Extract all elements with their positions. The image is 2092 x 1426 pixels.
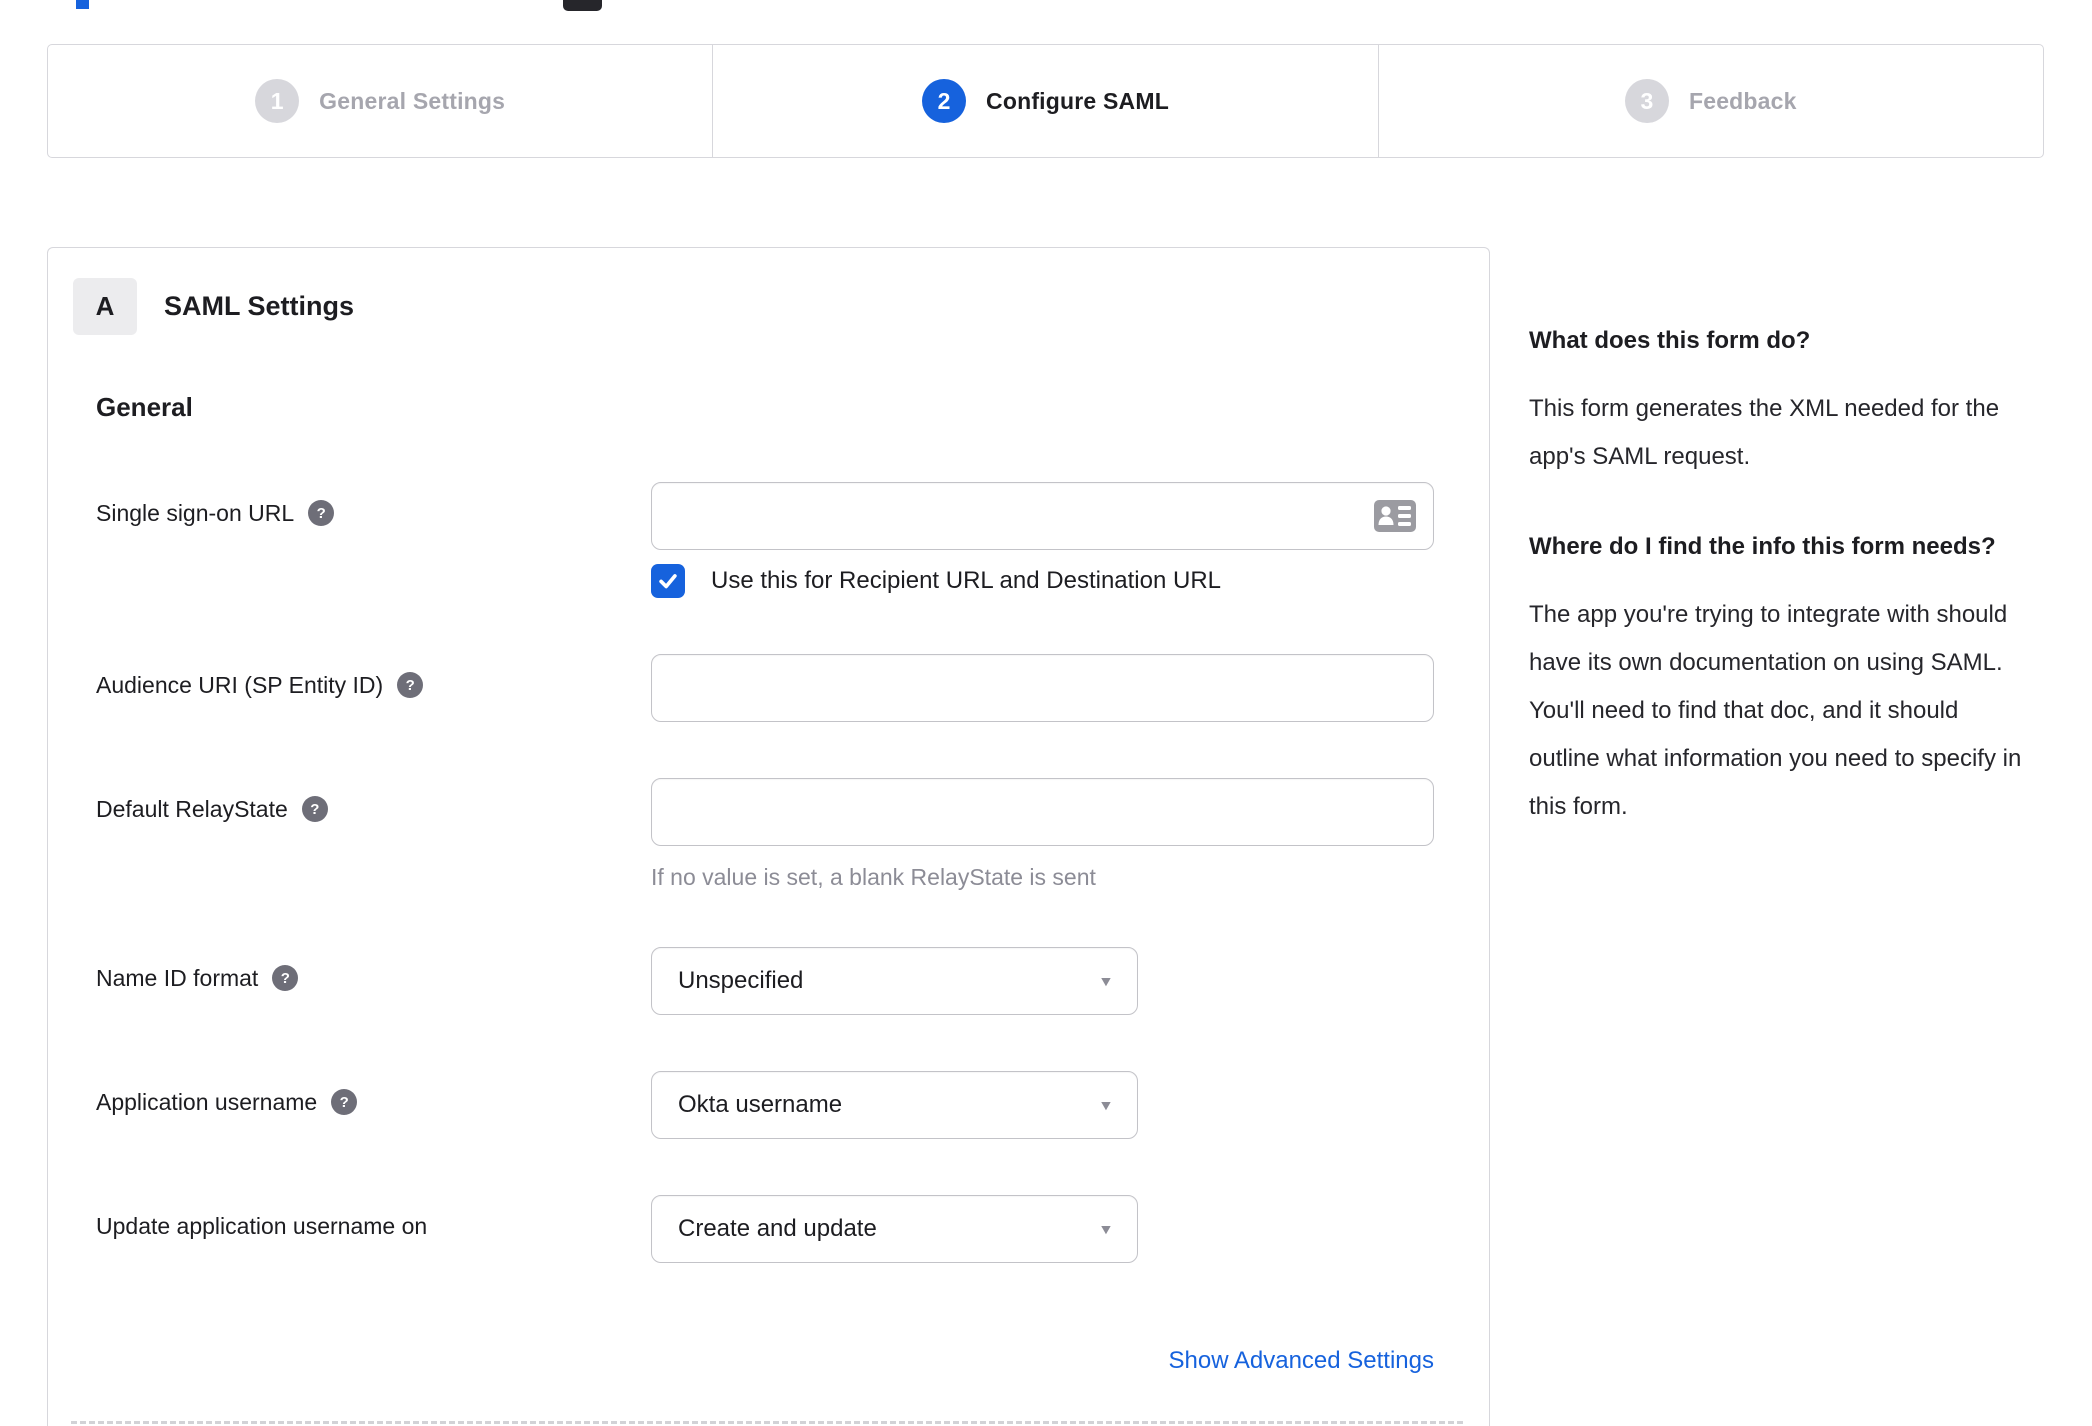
recipient-url-checkbox-label: Use this for Recipient URL and Destinati… xyxy=(711,567,1222,594)
help-answer-2: The app you're trying to integrate with … xyxy=(1529,601,2022,820)
application-username-label: Application username ? xyxy=(96,1071,651,1139)
relaystate-hint: If no value is set, a blank RelayState i… xyxy=(651,864,1096,890)
sso-url-label: Single sign-on URL ? xyxy=(96,482,651,598)
step-2-label: Configure SAML xyxy=(986,87,1169,114)
sso-url-row: Single sign-on URL ? Use this for Recipi… xyxy=(96,482,1434,598)
name-id-format-value: Unspecified xyxy=(678,967,804,994)
update-app-username-label: Update application username on xyxy=(96,1213,428,1239)
step-1-number-badge: 1 xyxy=(255,79,300,123)
help-sidebar: What does this form do? This form genera… xyxy=(1529,247,2029,875)
contact-card-icon[interactable] xyxy=(1374,500,1416,532)
section-header: A SAML Settings xyxy=(73,278,1433,335)
help-icon[interactable]: ? xyxy=(308,500,335,526)
update-app-username-row: Update application username on Create an… xyxy=(96,1195,1433,1263)
name-id-format-label: Name ID format ? xyxy=(96,947,651,1015)
application-username-select[interactable]: Okta username ▼ xyxy=(651,1071,1138,1139)
wizard-stepper: 1 General Settings 2 Configure SAML 3 Fe… xyxy=(47,44,2044,158)
help-icon[interactable]: ? xyxy=(272,965,299,991)
checkbox-checkmark-icon xyxy=(659,574,677,589)
chevron-down-icon: ▼ xyxy=(1098,973,1115,989)
update-app-username-value: Create and update xyxy=(678,1215,877,1242)
help-question-1: What does this form do? xyxy=(1529,327,1811,354)
step-3-label: Feedback xyxy=(1688,87,1797,114)
name-id-format-select[interactable]: Unspecified ▼ xyxy=(651,947,1138,1015)
dashed-divider xyxy=(71,1421,1463,1424)
step-configure-saml[interactable]: 2 Configure SAML xyxy=(712,45,1377,157)
help-question-2: Where do I find the info this form needs… xyxy=(1529,533,1996,560)
section-a-badge: A xyxy=(73,278,137,335)
configure-saml-page: 1 General Settings 2 Configure SAML 3 Fe… xyxy=(0,0,2092,1426)
audience-uri-row: Audience URI (SP Entity ID) ? xyxy=(96,654,1434,722)
step-3-number-badge: 3 xyxy=(1624,79,1669,123)
default-relaystate-input[interactable] xyxy=(651,778,1434,846)
clipped-header-icon-fragment xyxy=(563,0,602,11)
audience-uri-input[interactable] xyxy=(651,654,1434,722)
step-1-label: General Settings xyxy=(319,87,506,114)
default-relaystate-row: Default RelayState ? If no value is set,… xyxy=(96,778,1434,891)
application-username-row: Application username ? Okta username ▼ xyxy=(96,1071,1433,1139)
default-relaystate-label: Default RelayState ? xyxy=(96,778,651,891)
help-answer-1: This form generates the XML needed for t… xyxy=(1529,395,2000,470)
sso-url-input[interactable] xyxy=(651,482,1434,550)
help-icon[interactable]: ? xyxy=(331,1089,358,1115)
saml-settings-panel: A SAML Settings General Single sign-on U… xyxy=(47,247,1490,1426)
section-title: SAML Settings xyxy=(164,291,355,321)
application-username-value: Okta username xyxy=(678,1091,843,1118)
saml-form: Single sign-on URL ? Use this for Recipi… xyxy=(96,482,1434,1375)
audience-uri-label: Audience URI (SP Entity ID) ? xyxy=(96,654,651,722)
step-feedback[interactable]: 3 Feedback xyxy=(1377,45,2043,157)
chevron-down-icon: ▼ xyxy=(1098,1097,1115,1113)
help-icon[interactable]: ? xyxy=(397,672,424,698)
step-general-settings[interactable]: 1 General Settings xyxy=(48,45,712,157)
update-app-username-select[interactable]: Create and update ▼ xyxy=(651,1195,1138,1263)
chevron-down-icon: ▼ xyxy=(1098,1221,1115,1237)
name-id-format-row: Name ID format ? Unspecified ▼ xyxy=(96,947,1433,1015)
general-group-heading: General xyxy=(96,392,193,422)
recipient-url-checkbox-row: Use this for Recipient URL and Destinati… xyxy=(651,564,1434,598)
recipient-url-checkbox[interactable] xyxy=(651,564,685,598)
step-2-number-badge: 2 xyxy=(922,79,967,123)
clipped-logo-fragment xyxy=(76,0,89,9)
help-icon[interactable]: ? xyxy=(301,796,328,822)
show-advanced-settings-link[interactable]: Show Advanced Settings xyxy=(1168,1347,1434,1374)
